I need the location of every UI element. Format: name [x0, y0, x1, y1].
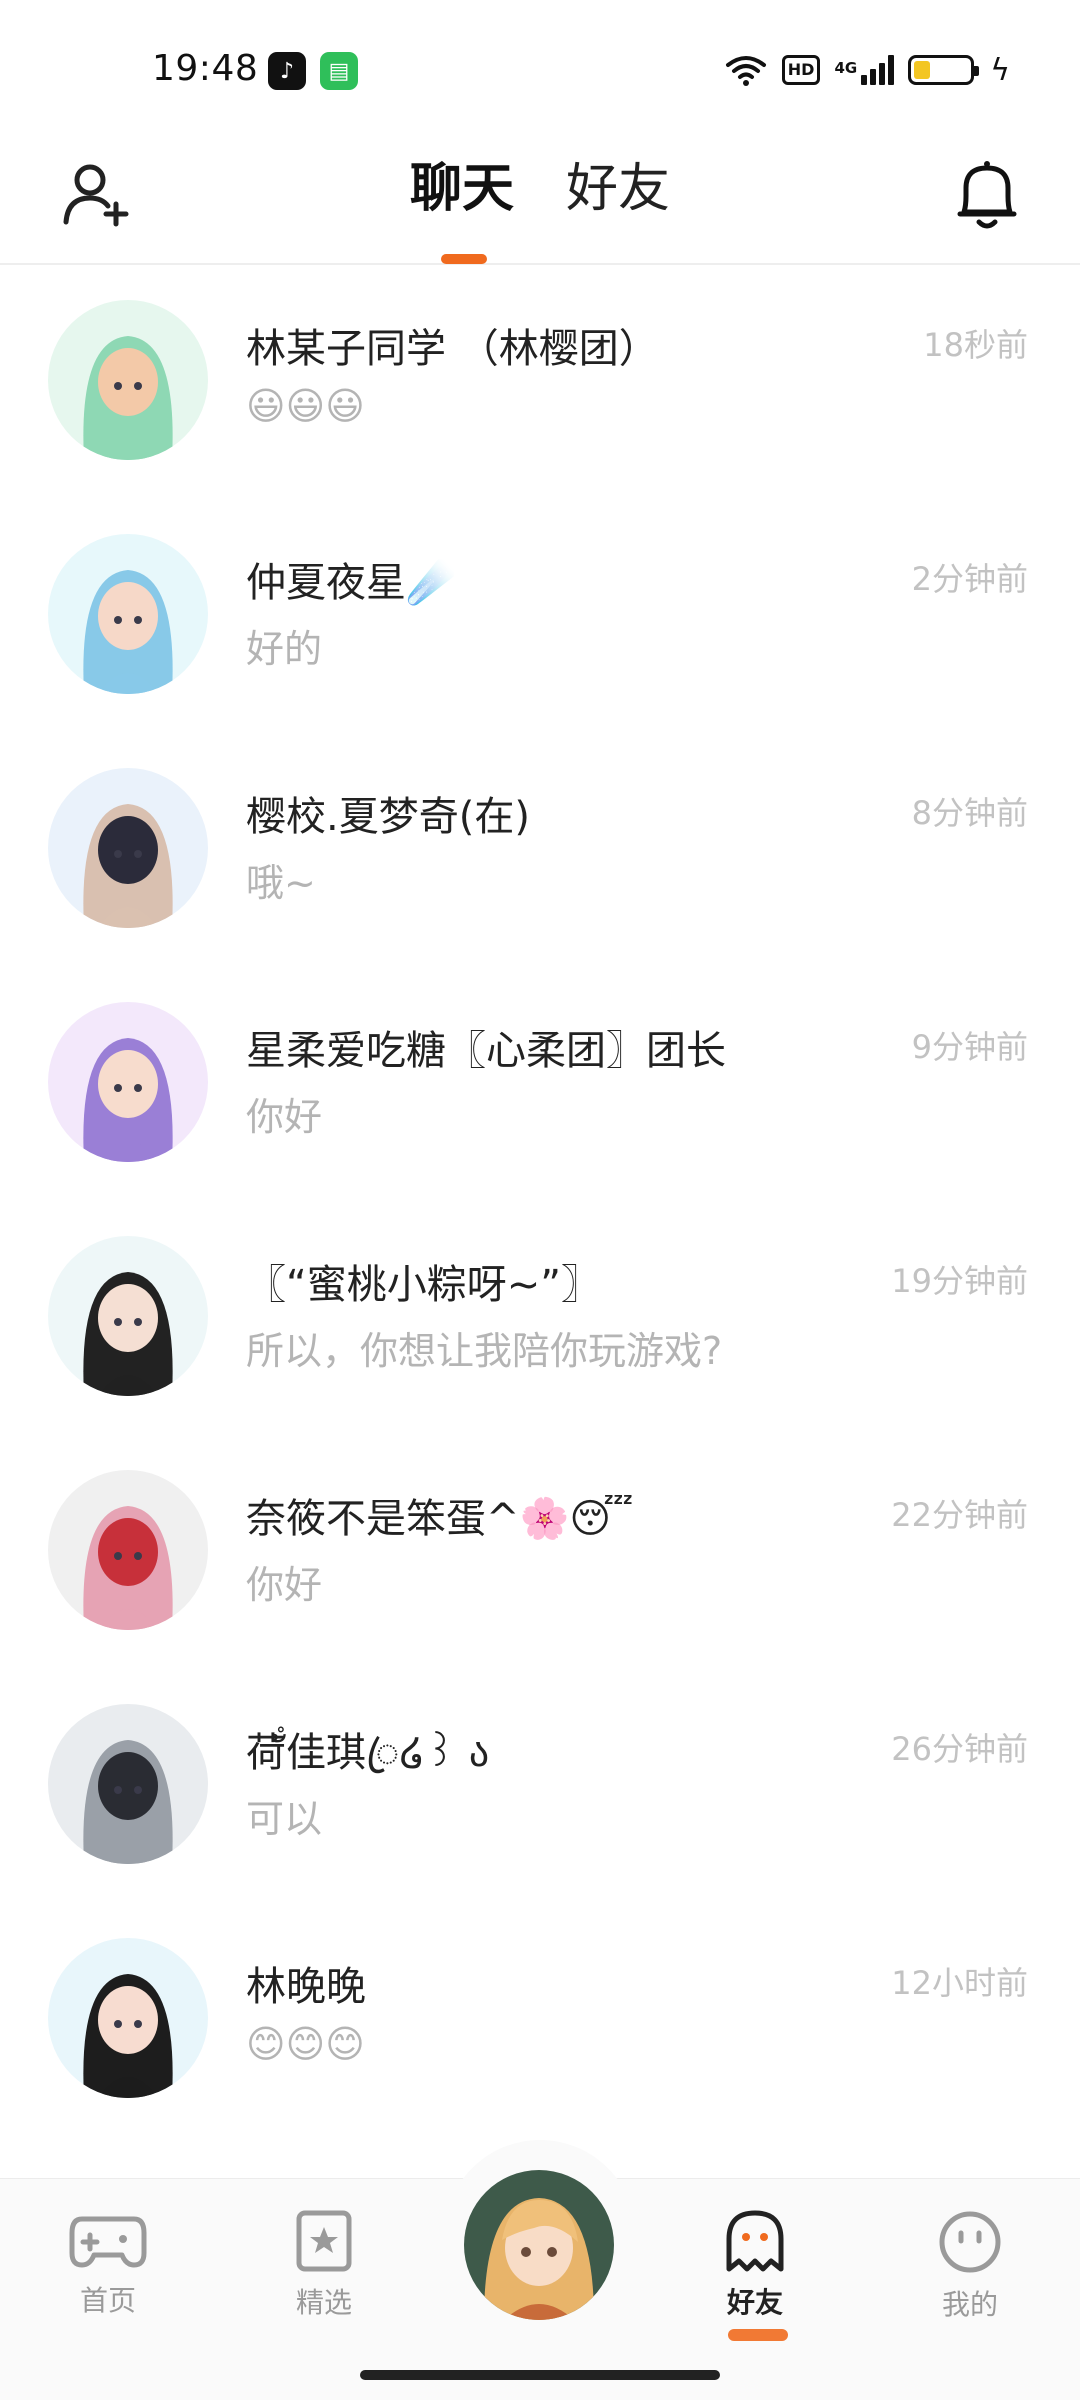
avatar-portrait-icon: [48, 1470, 208, 1630]
smiley-face-icon: [939, 2211, 1001, 2273]
network-type: 4G: [834, 59, 858, 77]
chat-timestamp: 9分钟前: [911, 1028, 1028, 1066]
gamepad-icon: [69, 2216, 147, 2268]
chat-name: 仲夏夜星☄️: [246, 560, 456, 606]
app-screen: 19:48 ♪ ▤ HD 4G ϟ 聊天 好友 林某子同学 （林樱团） 😃😃😃 …: [0, 0, 1080, 2400]
center-character-avatar[interactable]: [464, 2170, 614, 2320]
chat-name: 星柔爱吃糖〖心柔团〗团长: [246, 1028, 726, 1074]
nav-friends-label: 好友: [726, 2286, 783, 2319]
chat-last-message: 😃😃😃: [246, 384, 365, 428]
nav-me-label: 我的: [941, 2288, 998, 2321]
chat-name: 樱校.夏梦奇(在): [246, 794, 530, 840]
chat-avatar[interactable]: [48, 1002, 208, 1162]
chat-timestamp: 22分钟前: [891, 1496, 1028, 1534]
nav-home-label: 首页: [79, 2284, 136, 2317]
status-bar: 19:48 ♪ ▤ HD 4G ϟ: [0, 0, 1080, 130]
status-time: 19:48: [152, 48, 259, 89]
chat-item[interactable]: 仲夏夜星☄️ 好的 2分钟前: [0, 502, 1080, 736]
nav-featured-label: 精选: [295, 2286, 352, 2319]
nav-active-indicator: [728, 2329, 788, 2341]
star-bookmark-icon: [296, 2210, 352, 2272]
chat-item[interactable]: 〖“蜜桃小粽呀~”〗所以，你想让我陪你玩游戏? 19分钟前: [0, 1204, 1080, 1438]
avatar-portrait-icon: [48, 1002, 208, 1162]
character-portrait-icon: [464, 2170, 614, 2320]
chat-item[interactable]: 星柔爱吃糖〖心柔团〗团长 你好 9分钟前: [0, 970, 1080, 1204]
tiktok-notification-icon: ♪: [268, 52, 306, 90]
battery-level: [914, 61, 931, 79]
nav-featured[interactable]: 精选: [254, 2209, 394, 2321]
chat-avatar[interactable]: [48, 1236, 208, 1396]
chat-list: 林某子同学 （林樱团） 😃😃😃 18秒前仲夏夜星☄️ 好的 2分钟前樱校.夏梦奇(在) 哦…: [0, 268, 1080, 2140]
chat-avatar[interactable]: [48, 768, 208, 928]
chat-timestamp: 19分钟前: [891, 1262, 1028, 1300]
message-notification-icon: ▤: [320, 52, 358, 90]
hd-badge: HD: [781, 55, 821, 85]
chat-item[interactable]: 奈筱不是笨蛋^🌸😴 你好 22分钟前: [0, 1438, 1080, 1672]
chat-item[interactable]: 林某子同学 （林樱团） 😃😃😃 18秒前: [0, 268, 1080, 502]
chat-item[interactable]: 樱校.夏梦奇(在) 哦~ 8分钟前: [0, 736, 1080, 970]
tab-chat[interactable]: 聊天: [410, 158, 514, 220]
avatar-portrait-icon: [48, 768, 208, 928]
chat-name: 林某子同学 （林樱团）: [246, 326, 659, 372]
chat-avatar[interactable]: [48, 300, 208, 460]
avatar-portrait-icon: [48, 534, 208, 694]
chat-avatar[interactable]: [48, 1704, 208, 1864]
ghost-icon: [726, 2210, 784, 2272]
signal-bars-icon: [861, 55, 895, 85]
chat-timestamp: 8分钟前: [911, 794, 1028, 832]
chat-last-message: 所以，你想让我陪你玩游戏?: [246, 1329, 723, 1373]
chat-timestamp: 18秒前: [923, 326, 1028, 364]
chat-item[interactable]: 林晚晚 😊😊😊 12小时前: [0, 1906, 1080, 2140]
avatar-portrait-icon: [48, 1704, 208, 1864]
active-tab-indicator: [441, 254, 487, 264]
chat-last-message: 😊😊😊: [246, 2022, 365, 2066]
chat-timestamp: 12小时前: [891, 1964, 1028, 2002]
chat-avatar[interactable]: [48, 1938, 208, 2098]
chat-last-message: 你好: [246, 1563, 323, 1607]
chat-last-message: 可以: [246, 1797, 323, 1841]
status-icons: HD 4G ϟ: [724, 50, 1010, 90]
bell-icon[interactable]: [952, 156, 1022, 234]
avatar-portrait-icon: [48, 1938, 208, 2098]
nav-friends[interactable]: 好友: [685, 2209, 825, 2341]
nav-home[interactable]: 首页: [38, 2209, 178, 2319]
chat-avatar[interactable]: [48, 1470, 208, 1630]
tab-friends[interactable]: 好友: [566, 158, 670, 220]
chat-timestamp: 26分钟前: [891, 1730, 1028, 1768]
chat-avatar[interactable]: [48, 534, 208, 694]
nav-me[interactable]: 我的: [900, 2209, 1040, 2323]
chat-last-message: 哦~: [246, 861, 316, 905]
home-indicator[interactable]: [360, 2370, 720, 2380]
battery-icon: [908, 55, 980, 85]
add-friend-icon[interactable]: [62, 160, 132, 230]
chat-timestamp: 2分钟前: [911, 560, 1028, 598]
wifi-icon: [725, 56, 766, 86]
chat-last-message: 好的: [246, 627, 323, 671]
chat-name: 奈筱不是笨蛋^🌸😴: [246, 1496, 634, 1542]
top-header: 聊天 好友: [0, 130, 1080, 265]
chat-last-message: 你好: [246, 1095, 323, 1139]
charging-icon: ϟ: [990, 52, 1010, 88]
avatar-portrait-icon: [48, 300, 208, 460]
chat-item[interactable]: 荷ัํ佳琪ꦿ໒꒱ ა 可以 26分钟前: [0, 1672, 1080, 1906]
cell-signal: 4G: [834, 55, 895, 85]
chat-name: 〖“蜜桃小粽呀~”〗: [246, 1262, 601, 1308]
avatar-portrait-icon: [48, 1236, 208, 1396]
chat-name: 林晚晚: [246, 1964, 366, 2010]
